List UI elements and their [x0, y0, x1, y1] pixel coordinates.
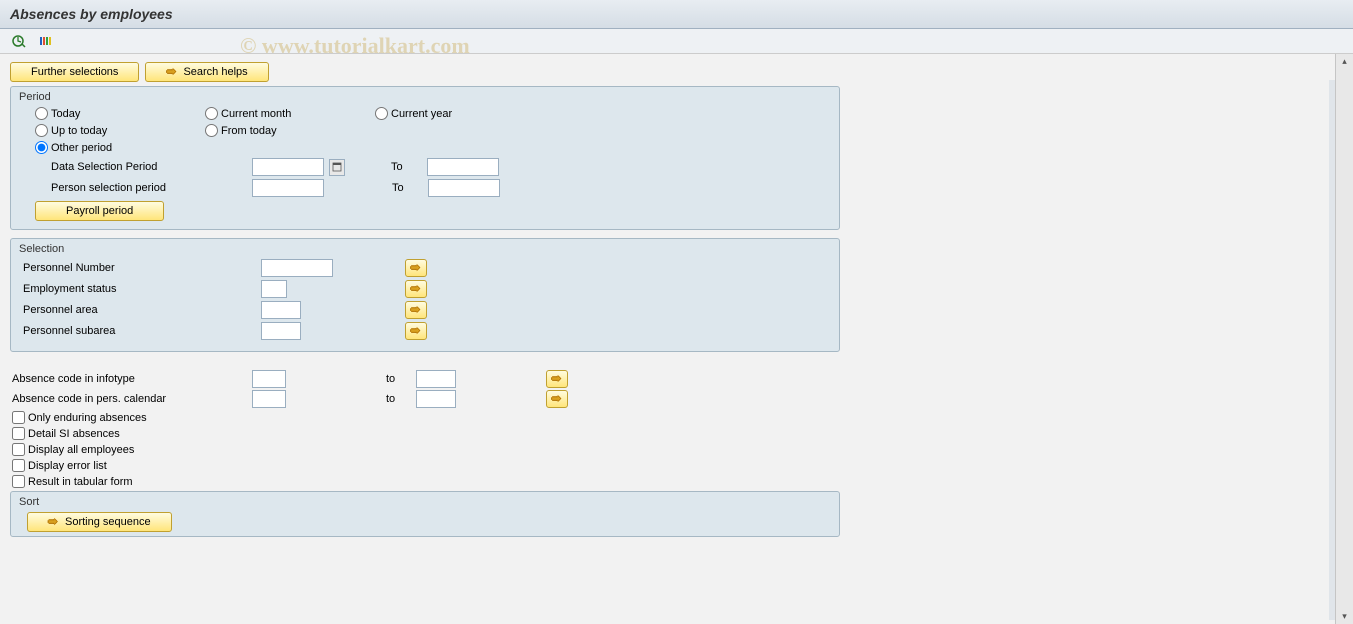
employment-status-input[interactable] — [261, 280, 287, 298]
radio-other-period[interactable] — [35, 141, 48, 154]
app-toolbar — [0, 29, 1353, 54]
sort-group: Sort Sorting sequence — [10, 491, 840, 537]
radio-current-month-label[interactable]: Current month — [221, 108, 291, 120]
arrow-right-icon — [552, 374, 563, 385]
personnel-number-input[interactable] — [261, 259, 333, 277]
arrow-right-icon — [48, 517, 59, 528]
person-selection-from-input[interactable] — [252, 179, 324, 197]
arrow-right-icon — [411, 263, 422, 274]
person-selection-to-input[interactable] — [428, 179, 500, 197]
payroll-period-button[interactable]: Payroll period — [35, 201, 164, 221]
scroll-up-icon[interactable]: ▴ — [1342, 56, 1347, 67]
execute-icon[interactable] — [10, 34, 28, 48]
person-selection-period-label: Person selection period — [51, 182, 246, 194]
multiple-selection-button[interactable] — [546, 390, 568, 408]
period-legend: Period — [17, 89, 833, 107]
main-content: Further selections Search helps Period T… — [0, 54, 1353, 623]
sorting-sequence-button[interactable]: Sorting sequence — [27, 512, 172, 532]
to-label-4: to — [386, 393, 416, 405]
absence-calendar-label: Absence code in pers. calendar — [12, 393, 252, 405]
detail-si-absences-checkbox[interactable] — [12, 427, 25, 440]
variant-icon[interactable] — [38, 34, 56, 48]
absence-infotype-from-input[interactable] — [252, 370, 286, 388]
data-selection-to-input[interactable] — [427, 158, 499, 176]
multiple-selection-button[interactable] — [405, 322, 427, 340]
arrow-right-icon — [411, 284, 422, 295]
radio-today[interactable] — [35, 107, 48, 120]
radio-current-year-label[interactable]: Current year — [391, 108, 452, 120]
detail-si-absences-label[interactable]: Detail SI absences — [28, 428, 120, 440]
radio-other-period-label[interactable]: Other period — [51, 142, 112, 154]
absence-infotype-to-input[interactable] — [416, 370, 456, 388]
personnel-subarea-label: Personnel subarea — [23, 325, 255, 337]
display-error-list-label[interactable]: Display error list — [28, 460, 107, 472]
personnel-number-label: Personnel Number — [23, 262, 255, 274]
personnel-area-label: Personnel area — [23, 304, 255, 316]
radio-current-year[interactable] — [375, 107, 388, 120]
further-selections-button[interactable]: Further selections — [10, 62, 139, 82]
f4-help-button[interactable] — [329, 159, 345, 176]
page-title: Absences by employees — [0, 0, 1353, 29]
absence-calendar-from-input[interactable] — [252, 390, 286, 408]
multiple-selection-button[interactable] — [405, 280, 427, 298]
multiple-selection-button[interactable] — [546, 370, 568, 388]
multiple-selection-button[interactable] — [405, 301, 427, 319]
result-tabular-checkbox[interactable] — [12, 475, 25, 488]
only-enduring-absences-checkbox[interactable] — [12, 411, 25, 424]
radio-from-today-label[interactable]: From today — [221, 125, 277, 137]
to-label-3: to — [386, 373, 416, 385]
selection-group: Selection Personnel Number Employment st… — [10, 238, 840, 352]
display-all-employees-label[interactable]: Display all employees — [28, 444, 134, 456]
period-group: Period Today Current month Current year … — [10, 86, 840, 230]
only-enduring-absences-label[interactable]: Only enduring absences — [28, 412, 147, 424]
to-label-1: To — [391, 161, 421, 173]
radio-current-month[interactable] — [205, 107, 218, 120]
arrow-right-icon — [411, 326, 422, 337]
vertical-scrollbar[interactable]: ▴ ▾ — [1335, 54, 1353, 624]
sort-legend: Sort — [17, 494, 833, 512]
arrow-right-icon — [552, 394, 563, 405]
data-selection-period-label: Data Selection Period — [51, 161, 246, 173]
employment-status-label: Employment status — [23, 283, 255, 295]
search-helps-button[interactable]: Search helps — [145, 62, 268, 82]
arrow-right-icon — [166, 67, 177, 78]
absence-calendar-to-input[interactable] — [416, 390, 456, 408]
radio-from-today[interactable] — [205, 124, 218, 137]
display-all-employees-checkbox[interactable] — [12, 443, 25, 456]
arrow-right-icon — [411, 305, 422, 316]
selection-legend: Selection — [17, 241, 833, 259]
personnel-area-input[interactable] — [261, 301, 301, 319]
personnel-subarea-input[interactable] — [261, 322, 301, 340]
radio-up-to-today[interactable] — [35, 124, 48, 137]
radio-today-label[interactable]: Today — [51, 108, 80, 120]
scroll-down-icon[interactable]: ▾ — [1342, 611, 1347, 622]
result-tabular-label[interactable]: Result in tabular form — [28, 476, 133, 488]
display-error-list-checkbox[interactable] — [12, 459, 25, 472]
absence-infotype-label: Absence code in infotype — [12, 373, 252, 385]
data-selection-from-input[interactable] — [252, 158, 324, 176]
multiple-selection-button[interactable] — [405, 259, 427, 277]
to-label-2: To — [392, 182, 422, 194]
radio-up-to-today-label[interactable]: Up to today — [51, 125, 107, 137]
